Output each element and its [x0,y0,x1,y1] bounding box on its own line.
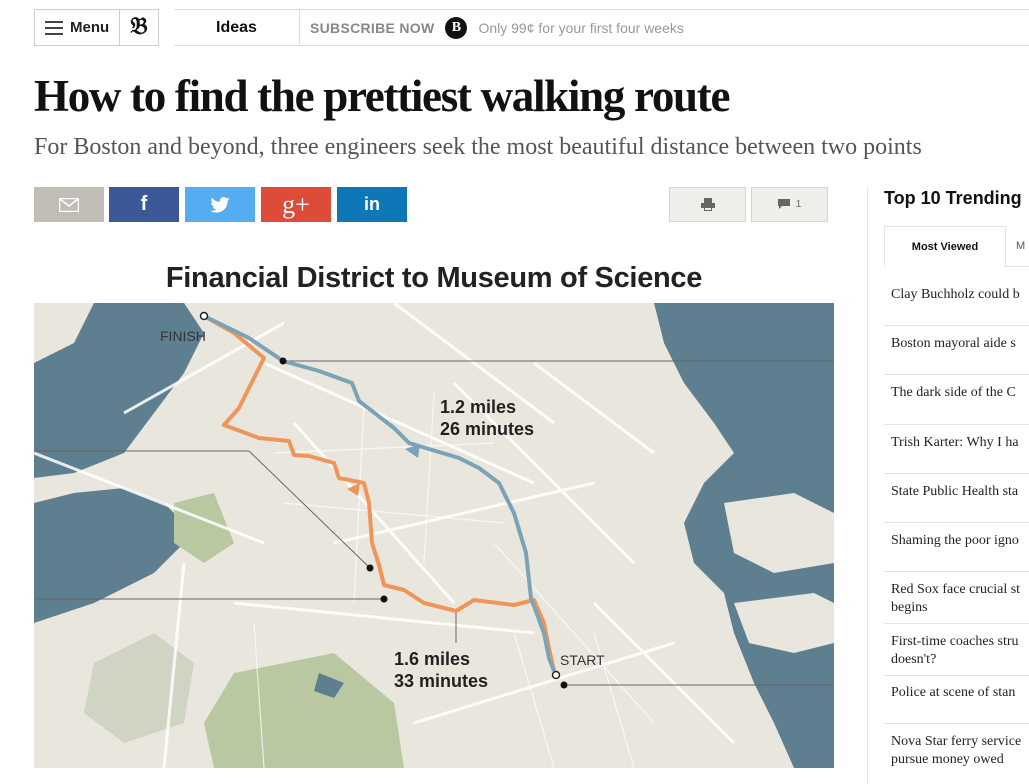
route-map-svg: FINISH START 1.2 miles 26 minutes 1.6 mi… [34,303,834,768]
comment-bubble-icon [777,199,790,209]
point-marker [380,595,388,603]
trending-item[interactable]: First-time coaches stru doesn't? [884,633,1029,676]
trending-item-text[interactable]: Nova Star ferry service [891,733,1029,751]
point-marker [279,357,287,365]
trending-item-text[interactable]: The dark side of the C [891,384,1029,402]
hamburger-icon [45,17,63,39]
start-marker [551,670,561,680]
trending-item-text[interactable]: Clay Buchholz could b [891,286,1029,304]
envelope-icon [59,197,79,212]
printer-icon [700,198,715,211]
globe-logo-button[interactable]: 𝔅 [119,9,159,46]
tab-most-viewed[interactable]: Most Viewed [884,226,1006,267]
trending-item[interactable]: Trish Karter: Why I ha [884,434,1029,474]
trending-item-text[interactable]: Boston mayoral aide s [891,335,1029,353]
article-subhead: For Boston and beyond, three engineers s… [34,134,922,160]
trending-item-text[interactable]: First-time coaches stru [891,633,1029,651]
facebook-icon: f [140,193,148,215]
sidebar-divider [867,187,868,784]
trending-item-text[interactable]: Red Sox face crucial st [891,581,1029,599]
trending-item-text[interactable]: State Public Health sta [891,483,1029,501]
print-button[interactable] [669,187,746,222]
point-marker [560,681,568,689]
trending-item-text[interactable]: Police at scene of stan [891,684,1029,702]
twitter-bird-icon [210,196,230,213]
start-label: START [560,652,605,668]
share-email-button[interactable] [34,187,104,222]
trending-item[interactable]: Shaming the poor igno [884,532,1029,572]
linkedin-icon: in [364,194,380,214]
share-facebook-button[interactable]: f [109,187,179,222]
trending-item[interactable]: Boston mayoral aide s [884,335,1029,375]
menu-button[interactable]: Menu [34,9,119,46]
point-marker [366,564,374,572]
share-linkedin-button[interactable]: in [337,187,407,222]
trending-item-text-cont[interactable]: begins [891,599,1029,617]
blue-route-distance: 1.2 miles [440,397,516,417]
graphic-title: Financial District to Museum of Science [165,262,703,294]
trending-item-text[interactable]: Trish Karter: Why I ha [891,434,1029,452]
blue-route-time: 26 minutes [440,419,534,439]
trending-item[interactable]: The dark side of the C [884,384,1029,425]
googleplus-icon: g+ [282,189,310,219]
orange-route-distance: 1.6 miles [394,649,470,669]
comments-button[interactable]: 1 [751,187,828,222]
subscribe-offer[interactable]: Only 99¢ for your first four weeks [478,20,683,36]
tab-next[interactable]: M [1016,226,1029,266]
trending-item[interactable]: Police at scene of stan [884,684,1029,724]
trending-item[interactable]: Nova Star ferry service pursue money owe… [884,733,1029,784]
subscribe-label[interactable]: SUBSCRIBE NOW [310,20,434,36]
comment-count: 1 [795,199,802,210]
globe-logo-icon: 𝔅 [130,14,148,40]
trending-tabs: Most Viewed M [884,226,1029,267]
page-title: How to find the prettiest walking route [34,71,730,121]
share-twitter-button[interactable] [185,187,255,222]
trending-title: Top 10 Trending [884,188,1022,208]
subscribe-banner[interactable]: SUBSCRIBE NOW B Only 99¢ for your first … [310,9,684,46]
trending-item[interactable]: Clay Buchholz could b [884,286,1029,326]
trending-item-text-cont[interactable]: doesn't? [891,651,1029,669]
globe-b-icon: B [445,16,468,39]
trending-item-text[interactable]: Shaming the poor igno [891,532,1029,550]
menu-label: Menu [70,19,110,36]
trending-item[interactable]: Red Sox face crucial st begins [884,581,1029,624]
trending-item[interactable]: State Public Health sta [884,483,1029,523]
section-ideas-link[interactable]: Ideas [174,9,300,46]
finish-marker [199,311,209,321]
orange-route-time: 33 minutes [394,671,488,691]
route-map: FINISH START 1.2 miles 26 minutes 1.6 mi… [34,303,834,768]
share-googleplus-button[interactable]: g+ [261,187,331,222]
trending-item-text-cont[interactable]: pursue money owed [891,751,1029,769]
finish-label: FINISH [160,328,206,344]
